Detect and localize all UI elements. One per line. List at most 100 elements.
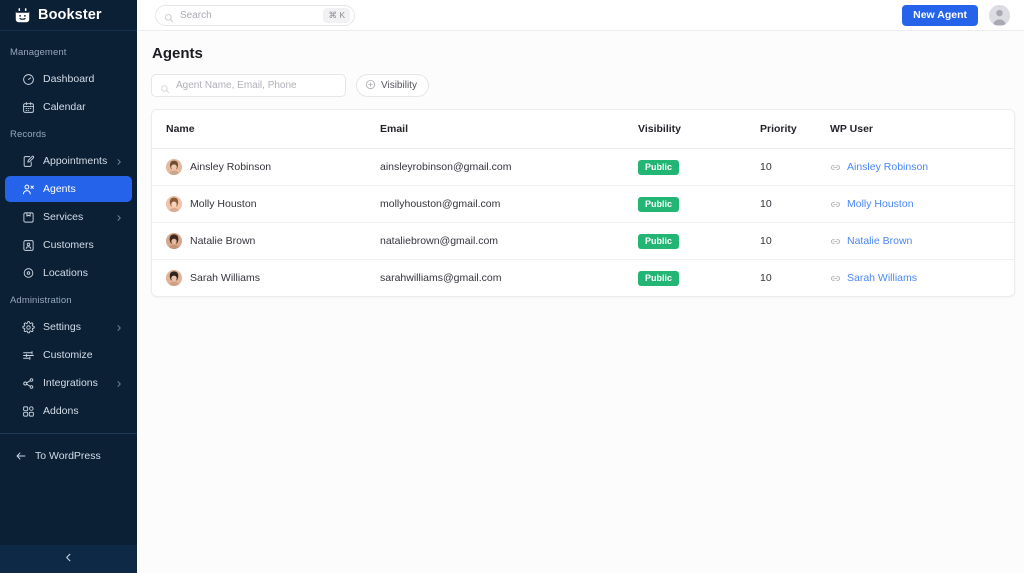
- map-pin-icon: [22, 267, 35, 280]
- arrow-left-icon: [15, 450, 27, 462]
- sidebar-item-dashboard[interactable]: Dashboard: [5, 66, 132, 92]
- cell-email: sarahwilliams@gmail.com: [380, 272, 502, 284]
- visibility-filter-button[interactable]: Visibility: [356, 74, 429, 97]
- sidebar-item-customize[interactable]: Customize: [5, 342, 132, 368]
- column-header-email[interactable]: Email: [380, 110, 638, 149]
- cell-visibility: Public: [638, 185, 760, 223]
- table-head: Name Email Visibility Priority WP User: [152, 110, 1014, 149]
- cell-wp-user: Natalie Brown: [830, 222, 1014, 260]
- agents-table-card: Name Email Visibility Priority WP User A…: [151, 109, 1015, 297]
- sidebar: Bookster Management Dashboard Calendar R…: [0, 0, 137, 573]
- blocks-icon: [22, 405, 35, 418]
- table-row[interactable]: Molly Houston mollyhouston@gmail.com Pub…: [152, 185, 1014, 223]
- chevron-right-icon: [115, 157, 123, 165]
- column-header-name[interactable]: Name: [152, 110, 380, 149]
- sidebar-item-label: Appointments: [43, 155, 108, 167]
- contact-card-icon: [22, 239, 35, 252]
- cell-visibility: Public: [638, 148, 760, 186]
- cell-name: Molly Houston: [152, 185, 380, 223]
- table-header-row: Name Email Visibility Priority WP User: [152, 110, 1014, 149]
- search-shortcut-badge: ⌘ K: [323, 7, 350, 23]
- table-row[interactable]: Sarah Williams sarahwilliams@gmail.com P…: [152, 260, 1014, 297]
- page-content: Agents Visibility: [137, 31, 1024, 297]
- sidebar-item-to-wordpress[interactable]: To WordPress: [5, 443, 132, 469]
- cell-email: ainsleyrobinson@gmail.com: [380, 148, 638, 186]
- wp-user-link[interactable]: Molly Houston: [847, 198, 914, 210]
- search-icon: [160, 81, 170, 93]
- global-search[interactable]: ⌘ K: [155, 4, 355, 26]
- sidebar-item-label: Customers: [43, 239, 94, 251]
- wp-user-link[interactable]: Sarah Williams: [847, 272, 917, 284]
- cell-priority: 10: [760, 148, 830, 186]
- user-group-icon: [22, 183, 35, 196]
- agent-name: Ainsley Robinson: [190, 161, 272, 173]
- cell-name: Ainsley Robinson: [152, 148, 380, 186]
- link-icon: [830, 162, 841, 173]
- table-row[interactable]: Ainsley Robinson ainsleyrobinson@gmail.c…: [152, 148, 1014, 186]
- sidebar-item-label: Agents: [43, 183, 76, 195]
- status-badge: Public: [638, 159, 680, 175]
- sidebar-collapse-button[interactable]: [0, 545, 137, 573]
- avatar[interactable]: [989, 4, 1010, 26]
- cell-wp-user: Ainsley Robinson: [830, 148, 1014, 186]
- agent-name: Molly Houston: [190, 198, 257, 210]
- cell-visibility: Public: [638, 260, 760, 297]
- topbar: ⌘ K New Agent: [137, 0, 1024, 31]
- sidebar-item-settings[interactable]: Settings: [5, 314, 132, 340]
- sidebar-item-label: Customize: [43, 349, 93, 361]
- page-title: Agents: [152, 45, 203, 62]
- sidebar-item-locations[interactable]: Locations: [5, 260, 132, 286]
- status-badge: Public: [638, 233, 680, 249]
- status-badge: Public: [638, 270, 680, 286]
- sidebar-item-label: Dashboard: [43, 73, 95, 85]
- avatar: [166, 196, 182, 212]
- cell-priority: 10: [760, 185, 830, 223]
- sidebar-item-appointments[interactable]: Appointments: [5, 148, 132, 174]
- search-input[interactable]: [180, 9, 324, 21]
- column-header-wp-user[interactable]: WP User: [830, 110, 1014, 149]
- search-icon: [164, 10, 174, 23]
- sidebar-item-customers[interactable]: Customers: [5, 232, 132, 258]
- table-row[interactable]: Natalie Brown nataliebrown@gmail.com Pub…: [152, 222, 1014, 260]
- cell-name: Sarah Williams: [152, 260, 380, 297]
- calendar-smile-icon: [14, 7, 31, 24]
- wp-user-link[interactable]: Natalie Brown: [847, 235, 912, 247]
- sidebar-item-integrations[interactable]: Integrations: [5, 370, 132, 396]
- column-header-visibility[interactable]: Visibility: [638, 110, 760, 149]
- cell-email: nataliebrown@gmail.com: [380, 222, 638, 260]
- sliders-icon: [22, 349, 35, 362]
- new-agent-button[interactable]: New Agent: [902, 4, 978, 26]
- sidebar-item-label: Services: [43, 211, 84, 223]
- agent-search-input[interactable]: [176, 80, 337, 91]
- avatar: [166, 270, 182, 286]
- cell-visibility: Public: [638, 222, 760, 260]
- sidebar-item-label: Integrations: [43, 377, 98, 389]
- table-body: Ainsley Robinson ainsleyrobinson@gmail.c…: [152, 148, 1014, 297]
- column-header-priority[interactable]: Priority: [760, 110, 830, 149]
- filter-bar: Visibility: [151, 74, 1014, 97]
- sidebar-item-agents[interactable]: Agents: [5, 176, 132, 202]
- app-root: Bookster Management Dashboard Calendar R…: [0, 0, 1024, 573]
- avatar: [166, 159, 182, 175]
- link-icon: [830, 236, 841, 247]
- sidebar-section-records: Records: [10, 129, 47, 140]
- chevron-right-icon: [115, 213, 123, 221]
- sidebar-logo[interactable]: Bookster: [0, 0, 137, 31]
- chevron-right-icon: [115, 379, 123, 387]
- sidebar-item-label: Settings: [43, 321, 81, 333]
- avatar: [166, 233, 182, 249]
- package-icon: [22, 211, 35, 224]
- sidebar-item-label: Addons: [43, 405, 79, 417]
- link-icon: [830, 273, 841, 284]
- agent-name: Natalie Brown: [190, 235, 256, 247]
- wp-user-link[interactable]: Ainsley Robinson: [847, 161, 928, 173]
- share-nodes-icon: [22, 377, 35, 390]
- status-badge: Public: [638, 196, 680, 212]
- sidebar-item-calendar[interactable]: Calendar: [5, 94, 132, 120]
- sidebar-item-services[interactable]: Services: [5, 204, 132, 230]
- agent-search[interactable]: [151, 74, 346, 97]
- agent-name: Sarah Williams: [190, 272, 261, 284]
- edit-note-icon: [22, 155, 35, 168]
- gear-icon: [22, 320, 35, 334]
- sidebar-item-addons[interactable]: Addons: [5, 398, 132, 424]
